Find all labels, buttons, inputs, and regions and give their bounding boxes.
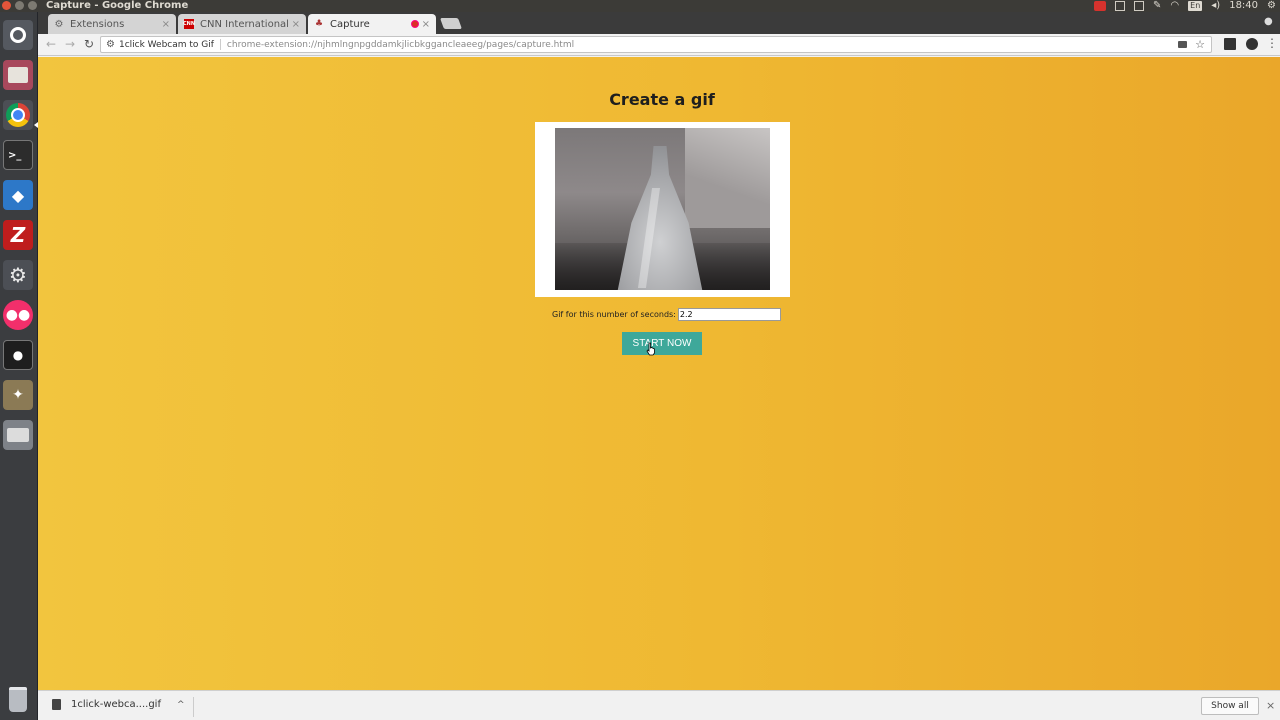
indicator-window-icon[interactable] bbox=[1115, 1, 1126, 11]
drive-icon[interactable] bbox=[3, 420, 33, 450]
forward-button[interactable]: → bbox=[63, 37, 77, 51]
tab-strip: ⚙ Extensions × CNN CNN International × ♣… bbox=[38, 12, 1280, 34]
window-minimize-button[interactable] bbox=[15, 1, 24, 10]
indicator-red-icon[interactable] bbox=[1094, 1, 1107, 11]
back-button[interactable]: ← bbox=[44, 37, 58, 51]
pen-icon[interactable]: ✎ bbox=[1153, 0, 1161, 12]
hand-cursor-icon bbox=[646, 342, 655, 356]
download-shelf: 1click-webca....gif ^ Show all × bbox=[38, 690, 1280, 720]
webcam-preview bbox=[555, 128, 770, 290]
start-now-button[interactable]: START NOW bbox=[622, 332, 702, 355]
gimp-app-icon[interactable]: ✦ bbox=[3, 380, 33, 410]
extension-name: 1click Webcam to Gif bbox=[118, 39, 214, 50]
download-item[interactable]: 1click-webca....gif ^ bbox=[52, 699, 185, 710]
tab-extensions[interactable]: ⚙ Extensions × bbox=[48, 14, 176, 34]
wifi-icon[interactable]: ◠ bbox=[1170, 0, 1179, 12]
clock[interactable]: 18:40 bbox=[1229, 0, 1258, 12]
close-icon[interactable]: × bbox=[1266, 699, 1275, 712]
terminal-app-icon[interactable]: >_ bbox=[3, 140, 33, 170]
new-tab-button[interactable] bbox=[439, 18, 463, 29]
gear-icon[interactable]: ⚙ bbox=[1267, 0, 1276, 12]
puzzle-icon: ⚙ bbox=[54, 18, 64, 30]
top-panel: Capture - Google Chrome ✎ ◠ En ◂) 18:40 … bbox=[0, 0, 1280, 12]
address-bar[interactable]: ⚙ 1click Webcam to Gif chrome-extension:… bbox=[100, 36, 1212, 53]
tab-close-icon[interactable]: × bbox=[292, 19, 300, 30]
system-tray: ✎ ◠ En ◂) 18:40 ⚙ bbox=[1094, 0, 1276, 12]
ubuntu-dash-icon[interactable] bbox=[3, 20, 33, 50]
webcam-wall bbox=[685, 128, 770, 228]
tab-capture[interactable]: ♣ Capture × bbox=[308, 14, 436, 34]
menu-icon[interactable]: ⋮ bbox=[1266, 37, 1278, 49]
reload-button[interactable]: ↻ bbox=[82, 37, 96, 51]
recording-icon bbox=[410, 20, 419, 28]
chrome-window: ⚙ Extensions × CNN CNN International × ♣… bbox=[38, 12, 1280, 720]
flickr-app-icon[interactable]: ●● bbox=[3, 300, 33, 330]
page-content: Create a gif Gif for this number of seco… bbox=[38, 57, 1280, 690]
vscode-app-icon[interactable]: ◆ bbox=[3, 180, 33, 210]
profile-icon[interactable]: ● bbox=[1264, 16, 1276, 28]
filezilla-app-icon[interactable]: Z bbox=[3, 220, 33, 250]
seconds-label: Gif for this number of seconds: bbox=[552, 310, 676, 319]
cnn-icon: CNN bbox=[182, 19, 196, 29]
tab-close-icon[interactable]: × bbox=[162, 19, 170, 30]
address-url[interactable]: chrome-extension://njhmlngnpgddamkjlicbk… bbox=[227, 40, 1178, 50]
window-close-button[interactable] bbox=[2, 1, 11, 10]
extension-icon[interactable] bbox=[1224, 38, 1236, 50]
window-title: Capture - Google Chrome bbox=[46, 0, 189, 11]
tab-label: CNN International bbox=[200, 18, 289, 30]
seconds-input[interactable] bbox=[677, 308, 781, 321]
files-app-icon[interactable] bbox=[3, 60, 33, 90]
tab-label: Capture bbox=[330, 18, 370, 30]
keyboard-language[interactable]: En bbox=[1188, 1, 1203, 11]
chrome-app-icon[interactable] bbox=[3, 100, 33, 130]
seconds-row: Gif for this number of seconds: bbox=[552, 308, 781, 321]
chevron-up-icon[interactable]: ^ bbox=[177, 700, 185, 710]
extension-icon[interactable] bbox=[1246, 38, 1258, 50]
preview-frame bbox=[535, 122, 790, 297]
trash-icon[interactable] bbox=[3, 684, 33, 714]
address-separator bbox=[219, 39, 221, 50]
window-maximize-button[interactable] bbox=[28, 1, 37, 10]
window-controls bbox=[2, 1, 37, 10]
settings-app-icon[interactable]: ⚙ bbox=[3, 260, 33, 290]
launcher: >_ ◆ Z ⚙ ●● ● ✦ bbox=[0, 12, 38, 720]
star-icon[interactable]: ☆ bbox=[1195, 38, 1205, 51]
browser-toolbar: ← → ↻ ⚙ 1click Webcam to Gif chrome-exte… bbox=[38, 34, 1280, 56]
webcam-gif-icon: ♣ bbox=[314, 19, 324, 29]
tab-cnn-international[interactable]: CNN CNN International × bbox=[178, 14, 306, 34]
puzzle-icon: ⚙ bbox=[106, 39, 115, 50]
shelf-divider bbox=[193, 697, 194, 717]
file-icon bbox=[52, 699, 61, 710]
tab-close-icon[interactable]: × bbox=[422, 19, 430, 30]
lock-app-icon[interactable]: ● bbox=[3, 340, 33, 370]
indicator-clipboard-icon[interactable] bbox=[1134, 1, 1145, 11]
page-title: Create a gif bbox=[609, 90, 715, 109]
volume-icon[interactable]: ◂) bbox=[1211, 0, 1220, 12]
download-file-name: 1click-webca....gif bbox=[71, 699, 161, 710]
show-all-button[interactable]: Show all bbox=[1201, 697, 1259, 715]
camera-icon[interactable] bbox=[1178, 41, 1188, 48]
tab-label: Extensions bbox=[70, 18, 125, 30]
